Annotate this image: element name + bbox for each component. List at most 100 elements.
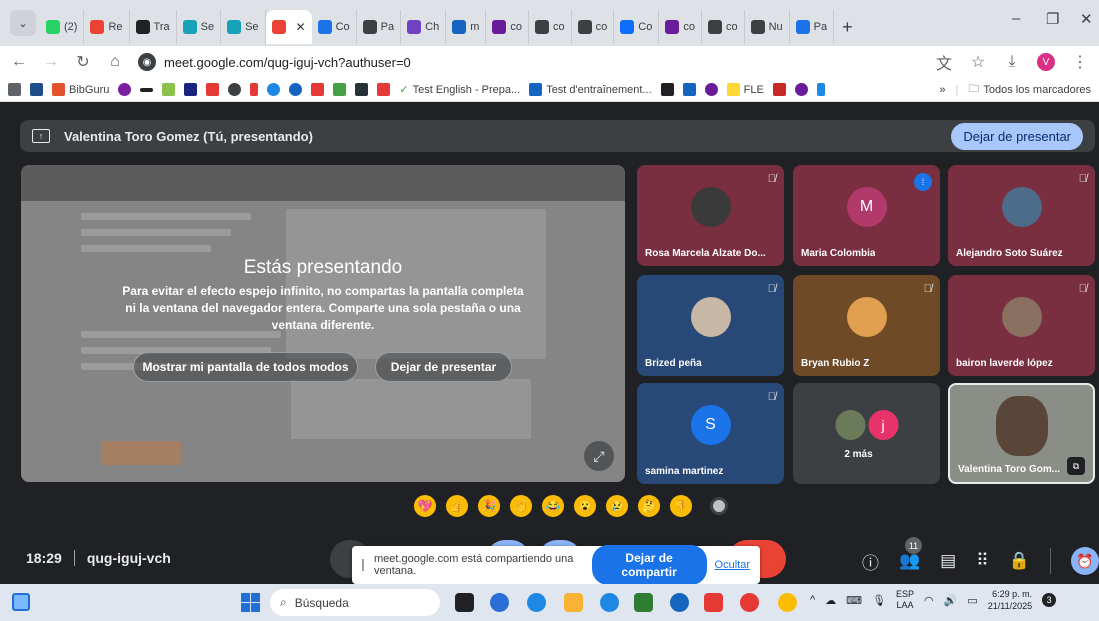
bookmark-icon[interactable]: [333, 83, 347, 96]
close-window-button[interactable]: ✕: [1080, 10, 1093, 28]
bookmark-icon[interactable]: [267, 83, 281, 96]
bookmark-icon[interactable]: [660, 83, 674, 96]
activities-icon[interactable]: ⠿: [976, 551, 988, 571]
bookmark-icon[interactable]: [704, 83, 718, 96]
browser-tab[interactable]: co: [702, 10, 745, 44]
reaction-button[interactable]: 🤔: [638, 495, 660, 517]
telegram-icon[interactable]: [527, 593, 546, 612]
reaction-button[interactable]: 💖: [414, 495, 436, 517]
chrome-icon[interactable]: [740, 593, 759, 612]
volume-icon[interactable]: 🔊: [944, 594, 958, 607]
browser-tab[interactable]: Pa: [357, 10, 402, 44]
translate-icon[interactable]: 文: [935, 50, 953, 74]
browser-tab[interactable]: Nu: [745, 10, 790, 44]
participant-tile[interactable]: bairon laverde lópez 🎙̸: [948, 275, 1095, 376]
bookmark-test-entrainement[interactable]: Test d'entraînement...: [529, 83, 652, 96]
microphone-icon[interactable]: 🎙: [872, 594, 886, 607]
browser-tab[interactable]: m: [446, 10, 487, 44]
reaction-button[interactable]: 😢: [606, 495, 628, 517]
stop-sharing-button[interactable]: Dejar de compartir: [591, 545, 707, 585]
task-view-icon[interactable]: [455, 593, 474, 612]
battery-icon[interactable]: ▭: [967, 594, 977, 607]
people-icon[interactable]: 👥 11: [899, 537, 922, 571]
bookmark-icon[interactable]: [140, 87, 154, 92]
browser-tab[interactable]: Re: [84, 10, 130, 44]
meeting-details-icon[interactable]: ⓘ: [862, 549, 879, 574]
widgets-icon[interactable]: [12, 593, 30, 611]
minimize-button[interactable]: –: [1012, 10, 1020, 27]
keyboard-icon[interactable]: ⌨: [846, 594, 862, 607]
excel-icon[interactable]: [634, 593, 653, 612]
expand-icon[interactable]: ⤢: [584, 441, 614, 471]
file-explorer-icon[interactable]: [564, 593, 583, 612]
browser-tab[interactable]: co: [572, 10, 615, 44]
reaction-button[interactable]: 👎: [670, 495, 692, 517]
youtube-icon[interactable]: [311, 83, 325, 96]
tab-search-button[interactable]: ⌄: [10, 10, 36, 36]
browser-tab[interactable]: Ch: [401, 10, 447, 44]
bookmark-icon[interactable]: [184, 83, 198, 96]
overlay-stop-presenting-button[interactable]: Dejar de presentar: [375, 352, 512, 382]
browser-tab[interactable]: Pa: [790, 10, 835, 44]
bookmark-icon[interactable]: [794, 83, 808, 96]
taskbar-search[interactable]: ⌕ Búsqueda: [270, 589, 440, 616]
browser-tab[interactable]: ✕: [265, 10, 312, 44]
tile-options-icon[interactable]: ⧉: [1067, 457, 1085, 475]
participant-tile[interactable]: Brized peña 🎙̸: [637, 275, 784, 376]
stop-presenting-top-button[interactable]: Dejar de presentar: [951, 122, 1083, 150]
participant-tile[interactable]: Ssamina martinez 🎙̸: [637, 383, 784, 484]
close-tab-icon[interactable]: ✕: [296, 20, 306, 34]
drag-handle[interactable]: [362, 559, 364, 571]
site-info-icon[interactable]: ◉: [138, 53, 156, 71]
browser-tab[interactable]: co: [659, 10, 702, 44]
chevron-up-icon[interactable]: ^: [810, 594, 815, 606]
bookmark-icon[interactable]: [118, 83, 132, 96]
browser-tab[interactable]: co: [529, 10, 572, 44]
participant-tile[interactable]: M Maria Colombia ⁞: [793, 165, 940, 266]
home-icon[interactable]: ⌂: [106, 53, 124, 71]
show-screen-anyway-button[interactable]: Mostrar mi pantalla de todos modos: [133, 352, 358, 382]
alarm-clock-icon[interactable]: ⏰: [1070, 547, 1099, 575]
bookmark-test-english[interactable]: ✓ Test English - Prepa...: [399, 83, 520, 97]
youtube-icon[interactable]: [377, 83, 391, 96]
reaction-button[interactable]: 👍: [446, 495, 468, 517]
browser-tab[interactable]: Se: [177, 10, 222, 44]
participant-tile[interactable]: Bryan Rubio Z 🎙̸: [793, 275, 940, 376]
language-indicator[interactable]: ESP LAA: [896, 589, 914, 611]
browser-tab[interactable]: Co: [312, 10, 357, 44]
app-icon[interactable]: [778, 593, 797, 612]
bookmark-icon[interactable]: [816, 83, 825, 96]
windows-start-icon[interactable]: [241, 593, 260, 612]
participant-tile[interactable]: Rosa Marcela Alzate Do... 🎙̸: [637, 165, 784, 266]
bookmark-icon[interactable]: [772, 83, 786, 96]
hide-sharing-bar-link[interactable]: Ocultar: [715, 559, 750, 571]
reaction-button[interactable]: 🎉: [478, 495, 500, 517]
edge-icon[interactable]: [600, 593, 619, 612]
forward-icon[interactable]: →: [42, 53, 60, 71]
app-icon[interactable]: [704, 593, 723, 612]
reload-icon[interactable]: ↻: [74, 52, 92, 72]
browser-tab[interactable]: (2): [40, 10, 85, 44]
host-controls-icon[interactable]: 🔒: [1009, 551, 1030, 571]
menu-kebab-icon[interactable]: ⋮: [1071, 52, 1089, 72]
new-tab-button[interactable]: +: [834, 17, 863, 46]
chat-icon[interactable]: ▤: [940, 551, 956, 571]
back-icon[interactable]: ←: [10, 53, 28, 71]
participant-tile[interactable]: Valentina Toro Gom... ⧉: [948, 383, 1095, 484]
participant-tile[interactable]: j 2 más: [793, 383, 940, 484]
bookmark-icon[interactable]: [30, 83, 43, 96]
skin-tone-button[interactable]: [710, 497, 728, 515]
browser-tab[interactable]: Tra: [130, 10, 177, 44]
reaction-button[interactable]: 😮: [574, 495, 596, 517]
bookmark-bibguru[interactable]: BibGuru: [52, 83, 109, 96]
profile-avatar[interactable]: V: [1037, 53, 1055, 71]
clock[interactable]: 6:29 p. m. 21/11/2025: [988, 588, 1032, 612]
restore-button[interactable]: ❐: [1046, 10, 1059, 28]
youtube-icon[interactable]: [206, 83, 220, 96]
bookmark-icon[interactable]: [228, 83, 242, 96]
wifi-icon[interactable]: ◠: [924, 594, 934, 607]
url-field[interactable]: ◉ meet.google.com/qug-iguj-vch?authuser=…: [138, 53, 411, 71]
cloud-icon[interactable]: ☁: [825, 594, 836, 607]
all-bookmarks-folder[interactable]: 🗀 Todos los marcadores: [968, 80, 1091, 99]
reaction-button[interactable]: 👏: [510, 495, 532, 517]
